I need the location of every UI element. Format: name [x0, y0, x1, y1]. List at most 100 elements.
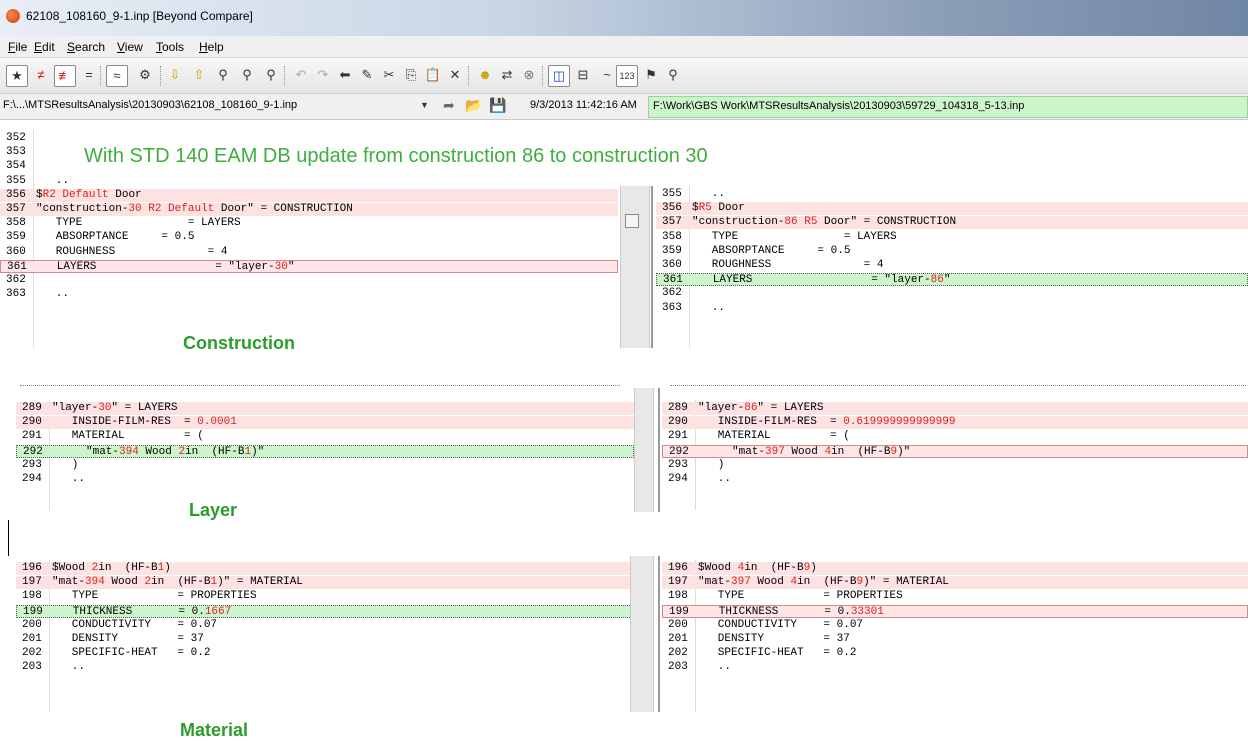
go-icon[interactable]: ➦ [443, 97, 455, 114]
code-line[interactable]: 197 "mat-394 Wood 2in (HF-B1)" = MATERIAL [16, 576, 646, 590]
diff-only-icon[interactable]: ≢ [54, 65, 76, 87]
find-icon[interactable]: ⚲ [212, 65, 234, 87]
code-line[interactable]: 290 INSIDE-FILM-RES = 0.0001 [16, 416, 634, 430]
code-line[interactable]: 203 .. [662, 661, 1248, 674]
code-line[interactable]: 361 LAYERS = "layer-86" [656, 273, 1248, 287]
rules-icon[interactable]: ≈ [106, 65, 128, 87]
code-line[interactable]: 289 "layer-86" = LAYERS [662, 402, 1248, 415]
pane-divider[interactable] [658, 556, 660, 712]
not-equal-icon[interactable]: ≠ [30, 65, 52, 87]
code-line[interactable]: 359 ABSORPTANCE = 0.5 [656, 245, 1248, 258]
replace-icon[interactable]: ⚲ [260, 65, 282, 87]
edit-icon[interactable]: ✎ [356, 65, 378, 87]
menu-tools[interactable]: Tools [156, 40, 184, 54]
code-line[interactable]: 359 ABSORPTANCE = 0.5 [0, 231, 618, 244]
swap-icon[interactable]: ⇄ [496, 65, 518, 87]
code-line[interactable]: 362 [0, 274, 618, 287]
code-line[interactable]: 198 TYPE = PROPERTIES [16, 590, 646, 603]
back-icon[interactable]: ⬅ [334, 65, 356, 87]
next-diff-icon[interactable]: ⇩ [164, 65, 186, 87]
equal-icon[interactable]: = [78, 65, 100, 87]
code-line[interactable]: 354 [0, 160, 618, 173]
code-line[interactable]: 200 CONDUCTIVITY = 0.07 [16, 619, 646, 632]
side-by-side-icon[interactable]: ◫ [548, 65, 570, 87]
code-line[interactable]: 353 [0, 146, 618, 159]
menu-file[interactable]: File [8, 40, 27, 54]
code-line[interactable]: 356 $R5 Door [656, 202, 1248, 216]
paste-icon[interactable]: 📋 [422, 65, 444, 87]
code-line[interactable]: 290 INSIDE-FILM-RES = 0.619999999999999 [662, 416, 1248, 430]
delete-icon[interactable]: ✕ [444, 65, 466, 87]
code-line[interactable]: 196 $Wood 2in (HF-B1) [16, 562, 646, 575]
menu-search[interactable]: Search [67, 40, 105, 54]
code-line[interactable]: 199 THICKNESS = 0.1667 [16, 604, 646, 618]
code-line[interactable]: 202 SPECIFIC-HEAT = 0.2 [662, 647, 1248, 660]
code-line[interactable]: 357 "construction-86 R5 Door" = CONSTRUCT… [656, 216, 1248, 230]
menu-view[interactable]: View [117, 40, 143, 54]
code-line[interactable]: 357 "construction-30 R2 Default Door" = C… [0, 203, 618, 216]
code-line[interactable]: 293 ) [662, 459, 1248, 472]
open-folder-icon[interactable]: 📂 [465, 97, 482, 114]
undo-icon[interactable]: ↶ [290, 65, 312, 87]
code-line[interactable]: 358 TYPE = LAYERS [0, 217, 618, 230]
code-line[interactable]: 293 ) [16, 459, 634, 472]
code-line[interactable]: 361 LAYERS = "layer-30" [0, 259, 618, 273]
code-line[interactable]: 200 CONDUCTIVITY = 0.07 [662, 619, 1248, 632]
find-next-icon[interactable]: ⚲ [236, 65, 258, 87]
code-line[interactable]: 362 [656, 287, 1248, 300]
code-line[interactable]: 201 DENSITY = 37 [662, 633, 1248, 646]
code-line[interactable]: 291 MATERIAL = ( [662, 430, 1248, 443]
code-line[interactable]: 360 ROUGHNESS = 4 [0, 246, 618, 259]
code-line[interactable]: 291 MATERIAL = ( [16, 430, 634, 443]
pane-divider[interactable] [658, 388, 660, 512]
left-path-field[interactable]: F:\...\MTSResultsAnalysis\20130903\62108… [3, 99, 297, 111]
chevron-down-icon[interactable]: ▼ [420, 100, 429, 110]
code-line[interactable]: 355 .. [656, 188, 1248, 201]
code-line[interactable]: 355 .. [0, 175, 618, 188]
bookmark-icon[interactable]: ⚑ [640, 65, 662, 87]
tilde-icon[interactable]: ~ [596, 65, 618, 87]
code-line[interactable]: 196 $Wood 4in (HF-B9) [662, 562, 1248, 575]
code-line[interactable]: 363 .. [656, 302, 1248, 315]
code-line[interactable]: 360 ROUGHNESS = 4 [656, 259, 1248, 272]
vertical-scrollbar[interactable] [634, 388, 654, 512]
code-line[interactable]: 294 .. [16, 473, 634, 486]
code-line[interactable]: 356 $R2 Default Door [0, 188, 618, 202]
code-line[interactable]: 358 TYPE = LAYERS [656, 231, 1248, 244]
smiley-icon[interactable]: ☻ [474, 65, 496, 87]
code-line[interactable]: 203 .. [16, 661, 646, 674]
redo-icon[interactable]: ↷ [312, 65, 334, 87]
code-line[interactable]: 197 "mat-397 Wood 4in (HF-B9)" = MATERIAL [662, 576, 1248, 590]
pane-divider[interactable] [651, 186, 653, 348]
code-line[interactable]: 198 TYPE = PROPERTIES [662, 590, 1248, 603]
stop-icon[interactable]: ⊗ [518, 65, 540, 87]
save-icon[interactable]: 💾 [489, 97, 506, 114]
layer-left-pane[interactable]: 289 "layer-30" = LAYERS 290 INSIDE-FILM-RE… [16, 400, 634, 510]
cut-icon[interactable]: ✂ [378, 65, 400, 87]
layer-right-pane[interactable]: 289 "layer-86" = LAYERS 290 INSIDE-FILM-RE… [662, 400, 1248, 510]
code-line[interactable]: 199 THICKNESS = 0.33301 [662, 604, 1248, 618]
vertical-scrollbar[interactable] [620, 186, 650, 348]
code-line[interactable]: 289 "layer-30" = LAYERS [16, 402, 634, 415]
code-line[interactable]: 352 [0, 132, 618, 145]
material-right-pane[interactable]: 196 $Wood 4in (HF-B9) 197 "mat-397 Wood 4in… [662, 560, 1248, 712]
construction-right-pane[interactable]: 355 .. 356 $R5 Door 357 "construction-86 R5 … [656, 186, 1248, 348]
right-path-field[interactable]: F:\Work\GBS Work\MTSResultsAnalysis\2013… [648, 96, 1248, 118]
code-line[interactable]: 292 "mat-394 Wood 2in (HF-B1)" [16, 444, 634, 458]
numbers-icon[interactable]: 123 [616, 65, 638, 87]
over-under-icon[interactable]: ⊟ [572, 65, 594, 87]
code-line[interactable]: 201 DENSITY = 37 [16, 633, 646, 646]
menu-edit[interactable]: Edit [34, 40, 55, 54]
code-line[interactable]: 363 .. [0, 288, 618, 301]
construction-left-pane[interactable]: 352 353 354 355 .. 356 $R2 Default Door 357 "co… [0, 130, 618, 348]
scrollbar-thumb[interactable] [625, 214, 639, 228]
session-icon[interactable]: ⚙ [134, 65, 156, 87]
copy-icon[interactable]: ⎘ [400, 65, 422, 87]
all-files-icon[interactable]: ★ [6, 65, 28, 87]
code-line[interactable]: 294 .. [662, 473, 1248, 486]
menu-help[interactable]: Help [199, 40, 224, 54]
zoom-icon[interactable]: ⚲ [662, 65, 684, 87]
prev-diff-icon[interactable]: ⇧ [188, 65, 210, 87]
code-line[interactable]: 202 SPECIFIC-HEAT = 0.2 [16, 647, 646, 660]
vertical-scrollbar[interactable] [630, 556, 654, 712]
